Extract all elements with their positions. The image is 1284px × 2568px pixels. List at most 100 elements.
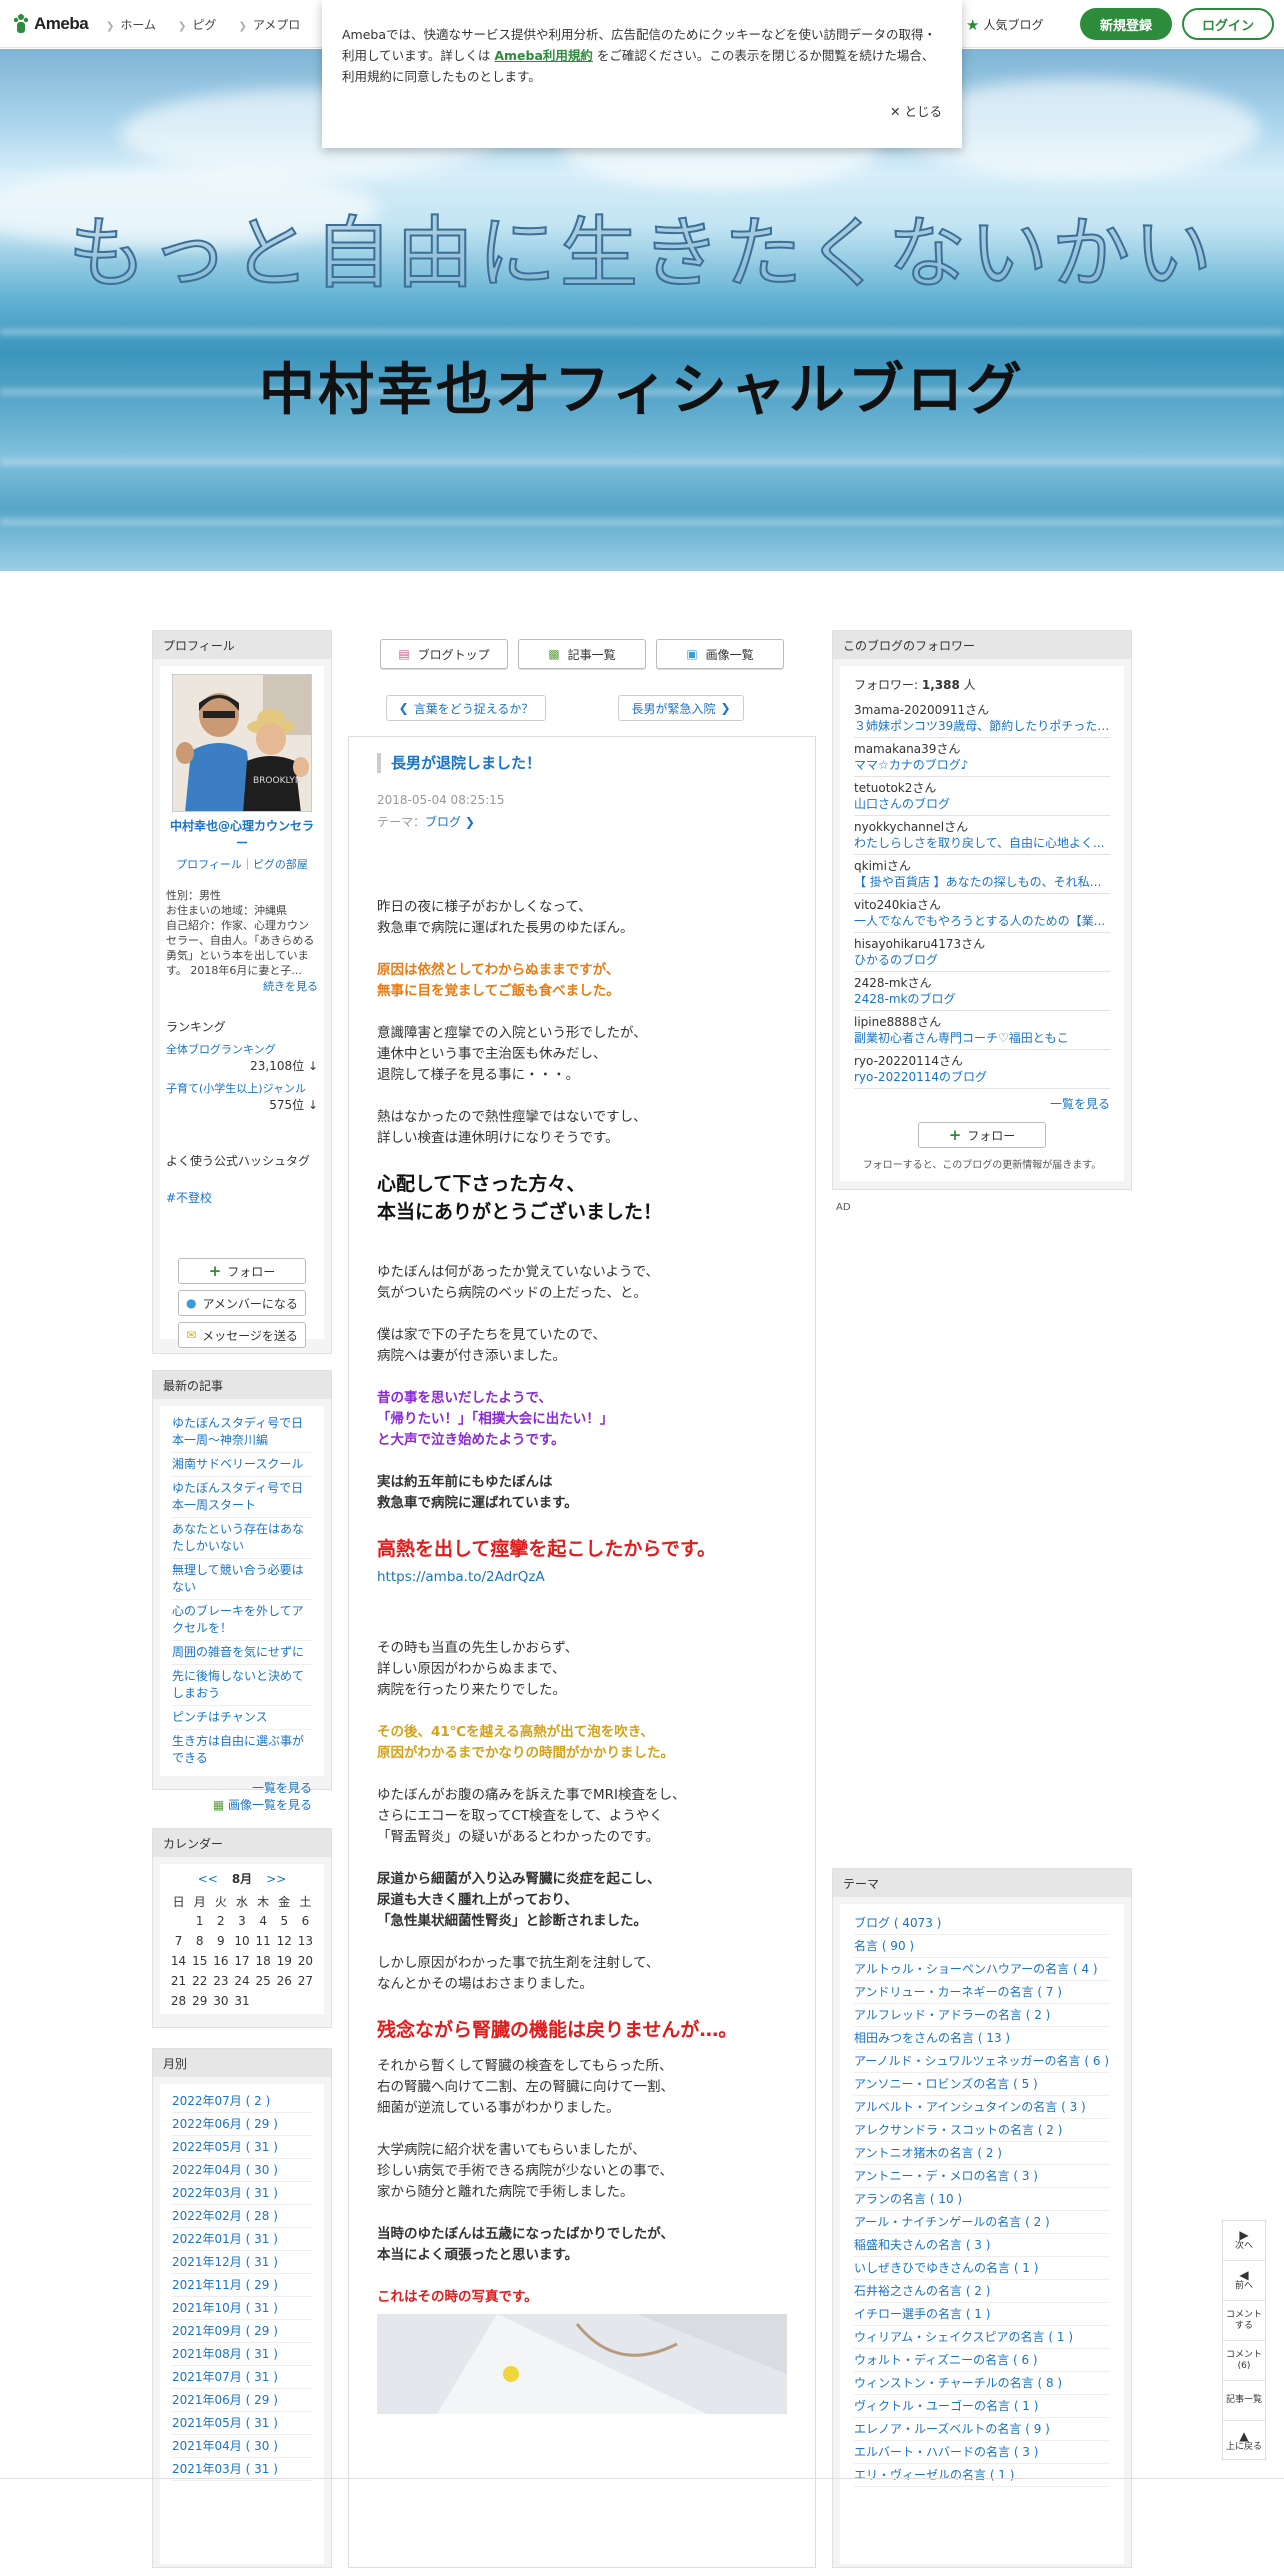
theme-link[interactable]: ウォルト・ディズニーの名言 ( 6 ) [854, 2349, 1110, 2372]
blog-top-button[interactable]: ▤ ブログトップ [380, 639, 508, 669]
theme-link[interactable]: 石井裕之さんの名言 ( 2 ) [854, 2280, 1110, 2303]
monthly-archive-link[interactable]: 2022年03月 ( 31 ) [172, 2182, 312, 2205]
theme-link[interactable]: エルバート・ハバードの名言 ( 3 ) [854, 2441, 1110, 2464]
theme-link[interactable]: 名言 ( 90 ) [854, 1935, 1110, 1958]
theme-link[interactable]: アントニオ猪木の名言 ( 2 ) [854, 2142, 1110, 2165]
monthly-archive-link[interactable]: 2021年10月 ( 31 ) [172, 2297, 312, 2320]
message-button[interactable]: ✉ メッセージを送る [178, 1322, 306, 1348]
follower-blog-link[interactable]: 【 掛や百貨店 】あなたの探しもの、それ私が... [854, 874, 1110, 890]
follower-blog-link[interactable]: ママ☆カナのブログ♪ [854, 757, 1110, 773]
recent-entry[interactable]: ゆたぼんスタディ号で日本一周〜神奈川編 [172, 1412, 312, 1453]
monthly-archive-link[interactable]: 2022年07月 ( 2 ) [172, 2090, 312, 2113]
theme-link[interactable]: 稲盛和夫さんの名言 ( 3 ) [854, 2234, 1110, 2257]
theme-link[interactable]: アンドリュー・カーネギーの名言 ( 7 ) [854, 1981, 1110, 2004]
theme-link[interactable]: アーノルド・シュワルツェネッガーの名言 ( 6 ) [854, 2050, 1110, 2073]
float-next-button[interactable]: ▶ 次へ [1223, 2221, 1265, 2261]
monthly-archive-link[interactable]: 2021年05月 ( 31 ) [172, 2412, 312, 2435]
image-list-button[interactable]: ▣ 画像一覧 [656, 639, 784, 669]
theme-link[interactable]: イチロー選手の名言 ( 1 ) [854, 2303, 1110, 2326]
theme-link[interactable]: アルベルト・アインシュタインの名言 ( 3 ) [854, 2096, 1110, 2119]
monthly-archive-link[interactable]: 2021年08月 ( 31 ) [172, 2343, 312, 2366]
monthly-archive-link[interactable]: 2022年02月 ( 28 ) [172, 2205, 312, 2228]
blog-follow-button[interactable]: + フォロー [918, 1122, 1046, 1148]
calendar-next-link[interactable]: >> [266, 1872, 286, 1886]
profile-photo[interactable]: BROOKLYN [172, 674, 312, 812]
follower-blog-link[interactable]: ３姉妹ポンコツ39歳母、節約したりポチったり... [854, 718, 1110, 734]
recent-entry[interactable]: ゆたぼんスタディ号で日本一周スタート [172, 1477, 312, 1518]
recent-entry[interactable]: 心のブレーキを外してアクセルを！ [172, 1600, 312, 1641]
signup-button[interactable]: 新規登録 [1080, 8, 1172, 40]
float-top-button[interactable]: ▲ 上に戻る [1223, 2421, 1265, 2461]
recent-all-link[interactable]: 一覧を見る [172, 1780, 312, 1797]
entry-list-button[interactable]: ▩ 記事一覧 [518, 639, 646, 669]
theme-link[interactable]: エレノア・ルーズベルトの名言 ( 9 ) [854, 2418, 1110, 2441]
monthly-archive-link[interactable]: 2021年11月 ( 29 ) [172, 2274, 312, 2297]
theme-link[interactable]: アルトゥル・ショーペンハウアーの名言 ( 4 ) [854, 1958, 1110, 1981]
theme-link[interactable]: アントニー・デ・メロの名言 ( 3 ) [854, 2165, 1110, 2188]
recent-entry[interactable]: 湘南サドベリースクール [172, 1453, 312, 1477]
theme-link[interactable]: ウィリアム・シェイクスピアの名言 ( 1 ) [854, 2326, 1110, 2349]
theme-link[interactable]: 相田みつをさんの名言 ( 13 ) [854, 2027, 1110, 2050]
amember-button[interactable]: ● アメンバーになる [178, 1290, 306, 1316]
calendar-prev-link[interactable]: << [198, 1872, 218, 1886]
monthly-archive-link[interactable]: 2022年06月 ( 29 ) [172, 2113, 312, 2136]
theme-link[interactable]: ヴィクトル・ユーゴーの名言 ( 1 ) [854, 2395, 1110, 2418]
float-prev-button[interactable]: ◀ 前へ [1223, 2261, 1265, 2301]
terms-link[interactable]: Ameba利用規約 [494, 48, 593, 63]
monthly-archive-link[interactable]: 2021年04月 ( 30 ) [172, 2435, 312, 2458]
monthly-archive-link[interactable]: 2022年05月 ( 31 ) [172, 2136, 312, 2159]
monthly-archive-link[interactable]: 2022年04月 ( 30 ) [172, 2159, 312, 2182]
profile-follow-button[interactable]: + フォロー [178, 1258, 306, 1284]
profile-more-link[interactable]: 続きを見る [166, 978, 318, 994]
next-entry-button[interactable]: 長男が緊急入院 ❯ [618, 695, 744, 721]
hashtag-link[interactable]: #不登校 [166, 1189, 318, 1206]
monthly-archive-link[interactable]: 2021年09月 ( 29 ) [172, 2320, 312, 2343]
follower-blog-link[interactable]: 山口さんのブログ [854, 796, 1110, 812]
theme-link[interactable]: エリ・ヴィーゼルの名言 ( 1 ) [854, 2464, 1110, 2487]
monthly-archive-link[interactable]: 2021年06月 ( 29 ) [172, 2389, 312, 2412]
monthly-archive-link[interactable]: 2021年12月 ( 31 ) [172, 2251, 312, 2274]
ameba-logo[interactable]: Ameba [12, 12, 89, 36]
profile-links[interactable]: プロフィール｜ピグの部屋 [166, 856, 318, 872]
theme-link[interactable]: アレクサンドラ・スコットの名言 ( 2 ) [854, 2119, 1110, 2142]
followers-all-link[interactable]: 一覧を見る [854, 1095, 1110, 1112]
article-link[interactable]: https://amba.to/2AdrQzA [377, 1567, 793, 1588]
recent-entry[interactable]: 生き方は自由に選ぶ事ができる [172, 1730, 312, 1770]
theme-link[interactable]: アール・ナイチンゲールの名言 ( 2 ) [854, 2211, 1110, 2234]
nav-home[interactable]: ❯ ホーム [106, 16, 156, 33]
image-list-link[interactable]: ▦ 画像一覧を見る [172, 1797, 312, 1814]
theme-link[interactable]: ブログ ( 4073 ) [854, 1912, 1110, 1935]
follower-blog-link[interactable]: わたしらしさを取り戻して、自由に心地よく... [854, 835, 1110, 851]
nav-amepro[interactable]: ❯ アメプロ [238, 16, 300, 33]
theme-link[interactable]: アランの名言 ( 10 ) [854, 2188, 1110, 2211]
recent-entry[interactable]: あなたという存在はあなたしかいない [172, 1518, 312, 1559]
recent-entry[interactable]: ピンチはチャンス [172, 1706, 312, 1730]
float-comments-count[interactable]: コメント(6) [1223, 2341, 1265, 2381]
monthly-archive-link[interactable]: 2022年01月 ( 31 ) [172, 2228, 312, 2251]
monthly-archive-link[interactable]: 2021年07月 ( 31 ) [172, 2366, 312, 2389]
follower-blog-link[interactable]: 2428-mkのブログ [854, 991, 1110, 1007]
article-theme-link[interactable]: ブログ [425, 815, 461, 829]
nav-pigg[interactable]: ❯ ピグ [178, 16, 216, 33]
profile-name[interactable]: 中村幸也@心理カウンセラー [166, 818, 318, 852]
recent-entry[interactable]: 周囲の雑音を気にせずに [172, 1641, 312, 1665]
follower-blog-link[interactable]: ひかるのブログ [854, 952, 1110, 968]
theme-link[interactable]: ウィンストン・チャーチルの名言 ( 8 ) [854, 2372, 1110, 2395]
article-title[interactable]: 長男が退院しました！ [377, 753, 541, 773]
follower-blog-link[interactable]: 一人でなんでもやろうとする人のための【業... [854, 913, 1110, 929]
article-photo[interactable] [377, 2314, 787, 2414]
login-button[interactable]: ログイン [1182, 8, 1274, 40]
recent-entry[interactable]: 無理して競い合う必要はない [172, 1559, 312, 1600]
theme-link[interactable]: いしぜきひでゆきさんの名言 ( 1 ) [854, 2257, 1110, 2280]
recent-entry[interactable]: 先に後悔しないと決めてしまおう [172, 1665, 312, 1706]
follower-blog-link[interactable]: 副業初心者さん専門コーチ♡福田ともこ [854, 1030, 1110, 1046]
follower-blog-link[interactable]: ryo-20220114のブログ [854, 1069, 1110, 1085]
theme-link[interactable]: アンソニー・ロビンズの名言 ( 5 ) [854, 2073, 1110, 2096]
ranking-all-link[interactable]: 全体ブログランキング [166, 1041, 318, 1057]
cookie-close-button[interactable]: ✕ とじる [890, 101, 942, 120]
theme-link[interactable]: アルフレッド・アドラーの名言 ( 2 ) [854, 2004, 1110, 2027]
prev-entry-button[interactable]: ❮ 言葉をどう捉えるか？ [386, 695, 546, 721]
popular-blogs-link[interactable]: ★ 人気ブログ [966, 16, 1043, 33]
ranking-genre-link[interactable]: 子育て(小学生以上)ジャンル [166, 1080, 318, 1096]
float-entries-button[interactable]: 記事一覧 [1223, 2381, 1265, 2421]
